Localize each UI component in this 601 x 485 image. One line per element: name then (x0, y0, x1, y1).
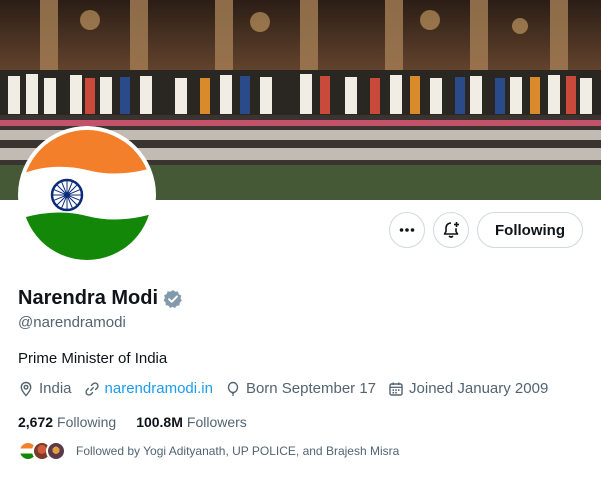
bell-plus-icon (443, 222, 460, 238)
following-count-link[interactable]: 2,672 Following (18, 414, 116, 430)
profile-meta: India narendramodi.in Born September 17 (18, 380, 560, 397)
profile-name: Narendra Modi (18, 287, 159, 309)
following-count: 2,672 (18, 414, 54, 430)
notifications-button[interactable] (433, 212, 470, 248)
location-text: India (39, 380, 72, 397)
following-button[interactable]: Following (477, 212, 583, 248)
followed-by-row[interactable]: Followed by Yogi Adityanath, UP POLICE, … (18, 441, 399, 461)
link-icon (84, 381, 99, 396)
follower-avatar (46, 441, 66, 461)
followers-count-link[interactable]: 100.8M Followers (136, 414, 247, 430)
website-link[interactable]: narendramodi.in (105, 380, 213, 397)
location-pin-icon (20, 381, 32, 397)
followed-by-text: Followed by Yogi Adityanath, UP POLICE, … (76, 444, 400, 458)
profile-bio: Prime Minister of India (18, 350, 168, 367)
birthday-text: Born September 17 (245, 380, 377, 397)
profile-avatar[interactable] (18, 126, 156, 264)
profile-counts: 2,672 Following 100.8M Followers (18, 414, 267, 430)
calendar-icon (389, 382, 403, 396)
profile-actions: Following (389, 212, 583, 248)
verified-badge-icon[interactable] (163, 289, 183, 309)
followers-count: 100.8M (136, 414, 183, 430)
profile-handle: @narendramodi (18, 314, 126, 331)
birthday-item: Born September 17 (225, 380, 376, 397)
more-button[interactable] (389, 212, 426, 248)
profile-name-row: Narendra Modi (18, 287, 183, 310)
joined-item: Joined January 2009 (388, 380, 548, 397)
following-label: Following (57, 414, 117, 430)
joined-text: Joined January 2009 (409, 380, 549, 397)
followers-label: Followers (186, 414, 247, 430)
more-horizontal-icon (399, 228, 415, 232)
website-item: narendramodi.in (84, 380, 213, 397)
location-item: India (18, 380, 72, 397)
avatar-image (22, 130, 152, 260)
balloon-icon (227, 381, 239, 396)
